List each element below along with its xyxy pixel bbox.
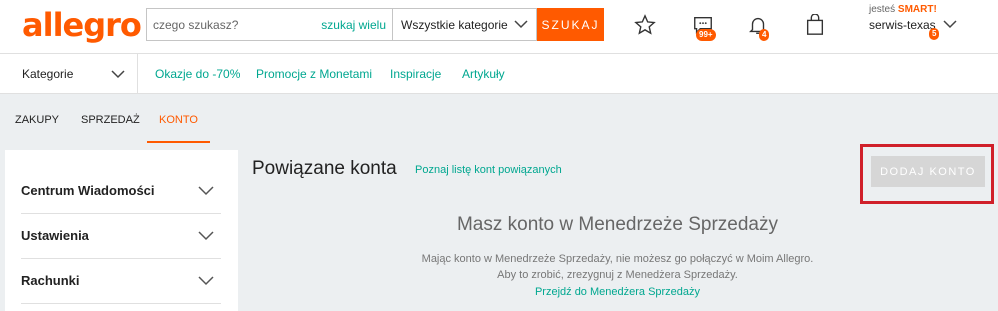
empty-state-description-line1: Mając konto w Menedrzeże Sprzedaży, nie … [421, 253, 814, 265]
tab-konto[interactable]: KONTO [159, 114, 198, 126]
highlight-box [860, 144, 994, 204]
messages-icon[interactable]: 99+ [690, 12, 716, 41]
search-bar: czego szukasz? szukaj wielu Wszystkie ka… [146, 8, 606, 41]
nav-link-inspiracje[interactable]: Inspiracje [390, 67, 441, 81]
empty-state-heading: Masz konto w Menedrzeże Sprzedaży [456, 214, 779, 235]
sidebar-item-rachunki[interactable]: Rachunki [5, 258, 238, 303]
search-button[interactable]: SZUKAJ [537, 8, 604, 41]
allegro-logo[interactable]: allegro [22, 6, 142, 44]
notifications-badge: 4 [759, 29, 770, 41]
user-menu[interactable]: serwis-texas [869, 18, 936, 32]
empty-state-description-line2: Aby to zrobić, zrezygnuj z Menedżera Spr… [497, 269, 738, 281]
categories-label: Kategorie [22, 67, 74, 81]
user-badge: 5 [929, 28, 940, 40]
bell-icon[interactable]: 4 [745, 12, 771, 41]
smart-status: jesteś SMART! [869, 4, 937, 15]
category-nav: Kategorie Okazje do -70% Promocje z Mone… [0, 54, 998, 94]
chevron-down-icon [198, 275, 214, 285]
nav-link-okazje[interactable]: Okazje do -70% [155, 67, 240, 81]
sidebar-item-ustawienia[interactable]: Ustawienia [5, 213, 238, 258]
tab-zakupy[interactable]: ZAKUPY [15, 114, 59, 126]
chevron-down-icon[interactable] [943, 20, 957, 29]
smart-label: SMART! [897, 4, 937, 15]
divider [21, 303, 221, 304]
search-placeholder: czego szukasz? [153, 17, 239, 32]
category-select-value: Wszystkie kategorie [401, 17, 508, 32]
category-select[interactable]: Wszystkie kategorie [392, 8, 537, 41]
page-title: Powiązane konta [252, 158, 397, 179]
star-icon[interactable] [632, 12, 658, 38]
chevron-down-icon [514, 20, 528, 29]
sidebar-item-label: Centrum Wiadomości [21, 183, 155, 198]
shopping-bag-icon[interactable] [802, 12, 828, 38]
tab-sprzedaz[interactable]: SPRZEDAŻ [81, 114, 140, 126]
search-many-link[interactable]: szukaj wielu [321, 18, 386, 32]
sidebar-item-label: Ustawienia [21, 228, 89, 243]
sidebar-item-centrum-wiadomosci[interactable]: Centrum Wiadomości [5, 168, 238, 213]
username: serwis-texas [869, 18, 936, 32]
nav-link-artykuly[interactable]: Artykuły [462, 67, 505, 81]
account-tabs: ZAKUPY SPRZEDAŻ KONTO [0, 94, 998, 143]
top-header: allegro czego szukasz? szukaj wielu Wszy… [0, 0, 998, 54]
chevron-down-icon [198, 185, 214, 195]
categories-dropdown[interactable]: Kategorie [0, 54, 138, 94]
chevron-down-icon [111, 69, 125, 78]
search-input[interactable]: czego szukasz? szukaj wielu [146, 8, 392, 41]
linked-accounts-info-link[interactable]: Poznaj listę kont powiązanych [415, 164, 562, 176]
sidebar: Centrum Wiadomości Ustawienia Rachunki [5, 150, 238, 311]
active-tab-indicator [147, 141, 210, 143]
nav-link-promocje[interactable]: Promocje z Monetami [256, 67, 372, 81]
messages-badge: 99+ [696, 29, 716, 41]
go-to-sales-manager-link[interactable]: Przejdź do Menedżera Sprzedaży [252, 286, 983, 298]
chevron-down-icon [198, 230, 214, 240]
smart-prefix: jesteś [869, 4, 896, 15]
sidebar-item-label: Rachunki [21, 273, 80, 288]
